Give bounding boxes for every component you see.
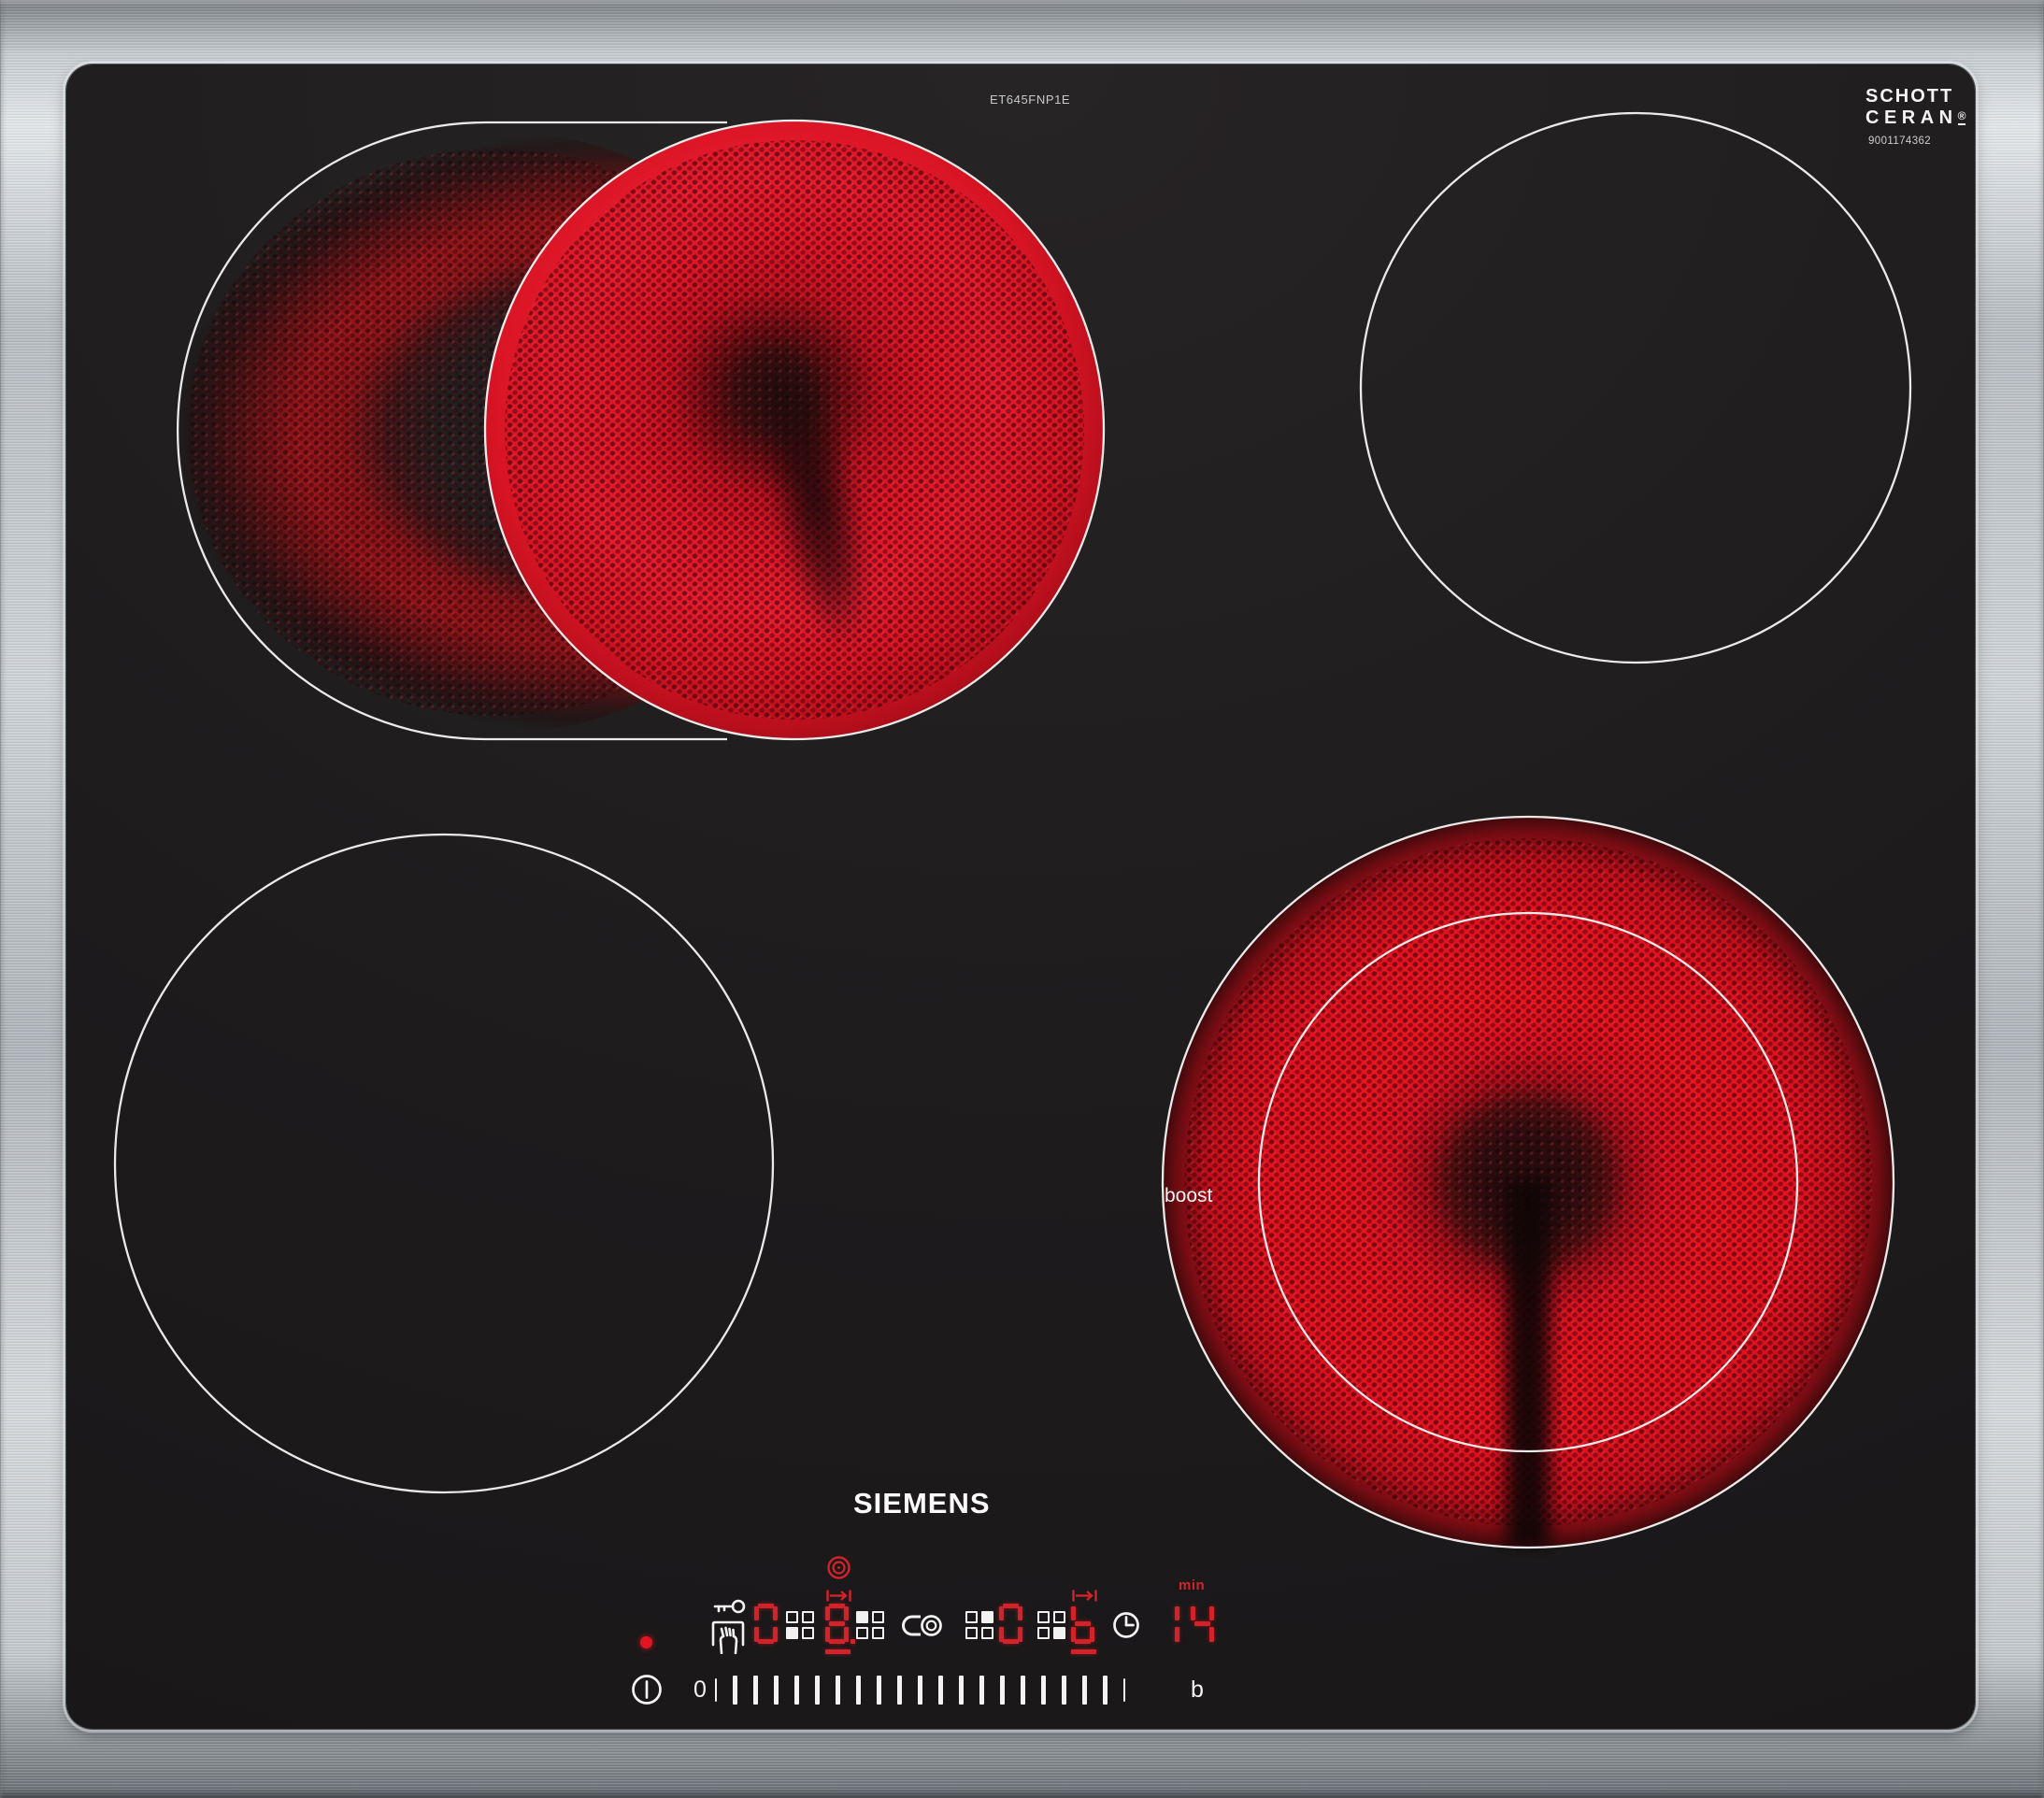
slider-tick [836, 1675, 840, 1705]
slider-max-label: b [1191, 1677, 1204, 1703]
slider-tick [979, 1675, 984, 1705]
zone-selector-rear-left[interactable] [856, 1611, 885, 1639]
display-front-right-level [1071, 1604, 1096, 1644]
slider-tick [794, 1675, 799, 1705]
slider-tick [1082, 1675, 1087, 1705]
display-rear-right-level [999, 1604, 1024, 1644]
slider-tick [715, 1677, 717, 1702]
dual-zone-icon [827, 1556, 850, 1579]
timer-unit-label: min [1179, 1577, 1206, 1593]
slider-tick [877, 1675, 881, 1705]
slider-tick [856, 1675, 861, 1705]
slider-tick [1041, 1675, 1046, 1705]
slider-tick [815, 1675, 820, 1705]
zone-selector-front-left[interactable] [786, 1611, 815, 1639]
slider-tick [897, 1675, 902, 1705]
slider-tick [1000, 1675, 1005, 1705]
display-rear-left-level [825, 1604, 857, 1644]
power-button[interactable] [630, 1673, 664, 1706]
zone-selector-front-right[interactable] [1037, 1611, 1066, 1639]
key-lock-icon[interactable] [708, 1596, 749, 1654]
slider-tick [753, 1675, 758, 1705]
timer-display [1156, 1604, 1225, 1644]
cooktop-product-image: { "product": { "model_number": "ET645FNP… [0, 0, 2044, 1798]
power-level-slider[interactable] [715, 1675, 1125, 1705]
selected-zone-underline [825, 1649, 850, 1654]
slider-tick [1062, 1675, 1066, 1705]
power-indicator-dot [640, 1636, 652, 1648]
slider-tick [1103, 1675, 1108, 1705]
slider-tick [938, 1675, 943, 1705]
slider-tick [918, 1675, 922, 1705]
control-panel: min 0 b [0, 0, 2044, 1798]
selected-zone-underline [1071, 1649, 1096, 1654]
extend-zone-arrow-icon [1072, 1590, 1097, 1602]
slider-tick [733, 1675, 737, 1705]
display-front-left-level [754, 1604, 779, 1644]
pot-icon[interactable] [900, 1614, 943, 1637]
slider-tick [1123, 1677, 1125, 1702]
slider-tick [1021, 1675, 1025, 1705]
clock-icon[interactable] [1112, 1611, 1140, 1639]
zone-selector-rear-right[interactable] [965, 1611, 994, 1639]
slider-tick [959, 1675, 964, 1705]
slider-tick [774, 1675, 779, 1705]
slider-min-label: 0 [693, 1677, 707, 1703]
extend-zone-arrow-icon [826, 1590, 851, 1602]
